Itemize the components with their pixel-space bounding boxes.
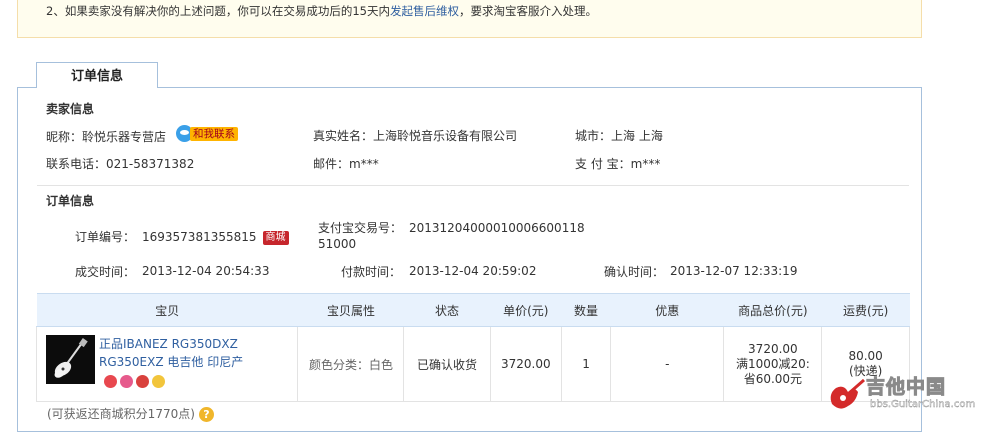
order-no-value: 169357381355815 [142,230,257,244]
item-total-line2: 满1000减20: [735,356,810,371]
confirm-time-value: 2013-12-07 12:33:19 [670,264,798,278]
confirm-time-label: 确认时间： [604,265,665,279]
item-total-line3: 省60.00元 [743,371,803,386]
col-header-discount: 优惠 [610,293,724,327]
seller-section-title: 卖家信息 [46,102,95,116]
alipay-no-value: 20131204000010006600118 [409,220,585,237]
order-items-table: 宝贝 宝贝属性 状态 单价(元) 数量 优惠 商品总价(元) 运费(元) 正品I… [35,293,910,402]
site-watermark: 吉他中国 bbs.GuitarChina.com [826,372,976,416]
product-name-cell: 正品IBANEZ RG350DXZ RG350EXZ 电吉他 印尼产 [99,335,299,390]
flower-icon [120,374,133,388]
item-total-line1: 3720.00 [748,341,798,356]
phone-value: 021-58371382 [106,157,195,171]
points-text: (可获返还商城积分1770点) [47,407,195,421]
deal-time-label: 成交时间： [75,265,136,279]
help-question-icon[interactable]: ? [198,407,214,422]
flower-icon [152,374,165,388]
alipay-value: m*** [630,157,661,171]
item-cell: 正品IBANEZ RG350DXZ RG350EXZ 电吉他 印尼产 [35,326,299,402]
item-status: 已确认收货 [403,326,491,402]
nickname-label: 昵称： [46,130,83,144]
seller-email-row: 邮件：m*** [313,155,379,172]
after-sales-link[interactable]: 发起售后维权 [390,4,459,18]
seller-nickname-row: 昵称：聆悦乐器专营店 [46,128,166,145]
realname-value: 上海聆悦音乐设备有限公司 [373,129,518,143]
item-price: 3720.00 [489,326,563,402]
order-no-row: 169357381355815 商城 [142,230,289,245]
order-section-title: 订单信息 [46,194,95,208]
seller-realname-row: 真实姓名：上海聆悦音乐设备有限公司 [313,127,517,144]
contact-me-label: 和我联系 [190,127,238,141]
pay-time-value: 2013-12-04 20:59:02 [409,264,537,278]
item-discount: - [610,326,725,402]
order-no-label: 订单编号： [75,230,136,244]
points-note: (可获返还商城积分1770点)? [47,405,214,422]
col-header-item: 宝贝 [36,293,298,327]
email-label: 邮件： [313,157,350,171]
deal-time-value: 2013-12-04 20:54:33 [142,264,270,278]
alipay-no-line1: 20131204000010006600118 [409,221,585,235]
section-divider [37,185,909,186]
notice-bar: 2、如果卖家没有解决你的上述问题，你可以在交易成功后的15天内发起售后维权，要求… [17,0,922,38]
flower-icons [101,372,165,390]
mall-badge: 商城 [262,230,289,245]
table-header-row: 宝贝 宝贝属性 状态 单价(元) 数量 优惠 商品总价(元) 运费(元) [36,293,910,327]
col-header-shipping: 运费(元) [821,293,910,327]
seller-city-row: 城市：上海 上海 [575,127,663,144]
alipay-no-line2: 51000 [318,237,357,251]
pay-time-label: 付款时间： [341,265,402,279]
table-row: 正品IBANEZ RG350DXZ RG350EXZ 电吉他 印尼产 颜色分类：… [35,326,910,402]
item-attr: 颜色分类：白色 [297,326,405,402]
notice-suffix: ，要求淘宝客服介入处理。 [458,4,597,18]
watermark-url: bbs.GuitarChina.com [870,399,976,410]
seller-alipay-row: 支 付 宝：m*** [575,155,660,172]
notice-text: 2、如果卖家没有解决你的上述问题，你可以在交易成功后的15天内发起售后维权，要求… [46,3,597,19]
city-value: 上海 上海 [611,129,663,143]
alipay-no-label: 支付宝交易号： [318,221,403,235]
product-name-link[interactable]: 正品IBANEZ RG350DXZ RG350EXZ 电吉他 印尼产 [99,337,243,369]
realname-label: 真实姓名： [313,129,374,143]
watermark-title: 吉他中国 [865,376,947,399]
flower-icon [136,374,149,388]
email-value: m*** [349,157,379,171]
tab-order-info[interactable]: 订单信息 [36,62,158,88]
nickname-value: 聆悦乐器专营店 [82,130,167,144]
item-total: 3720.00 满1000减20: 省60.00元 [723,326,823,402]
contact-me-button[interactable]: 和我联系 [176,125,242,142]
col-header-attr: 宝贝属性 [297,293,404,327]
notice-prefix: 2、如果卖家没有解决你的上述问题，你可以在交易成功后的15天内 [46,4,390,18]
phone-label: 联系电话： [46,157,107,171]
col-header-qty: 数量 [561,293,611,327]
col-header-price: 单价(元) [490,293,562,327]
guitar-icon [46,335,95,384]
product-thumbnail[interactable] [46,335,95,384]
item-qty: 1 [561,326,612,402]
alipay-label: 支 付 宝： [575,157,631,171]
item-shipping-fee: 80.00 [848,349,883,363]
seller-phone-row: 联系电话：021-58371382 [46,155,194,172]
flower-icon [104,374,117,388]
city-label: 城市： [575,129,612,143]
col-header-total: 商品总价(元) [723,293,822,327]
col-header-status: 状态 [403,293,491,327]
